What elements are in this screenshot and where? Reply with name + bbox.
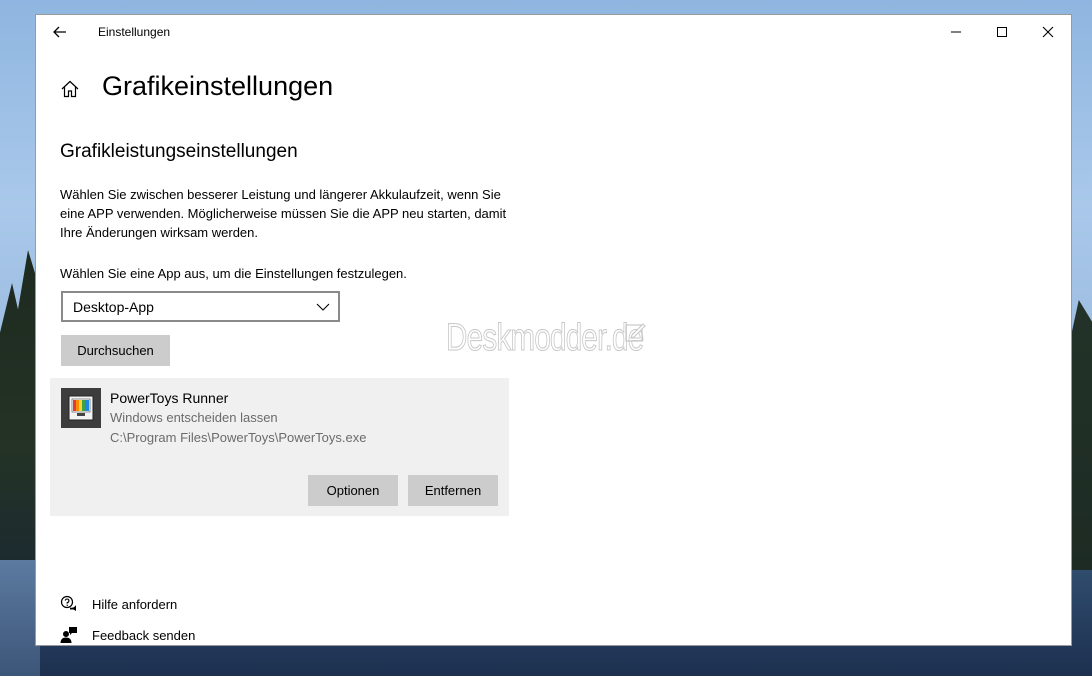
close-button[interactable] <box>1025 15 1071 49</box>
remove-button[interactable]: Entfernen <box>408 475 498 506</box>
back-button[interactable] <box>48 20 72 44</box>
options-button[interactable]: Optionen <box>308 475 398 506</box>
desktop-trees-right <box>1070 300 1092 570</box>
close-icon <box>1042 26 1054 38</box>
desktop-trees-left <box>0 250 40 580</box>
settings-window: Einstellungen Grafikeinstellungen Grafik… <box>35 14 1072 646</box>
back-arrow-icon <box>53 26 66 38</box>
app-list-item[interactable]: PowerToys Runner Windows entscheiden las… <box>50 378 509 516</box>
page-title: Grafikeinstellungen <box>102 71 334 101</box>
section-description: Wählen Sie zwischen besserer Leistung un… <box>60 187 507 240</box>
powertoys-icon <box>61 388 101 428</box>
feedback-link-label: Feedback senden <box>92 627 196 643</box>
minimize-icon <box>951 31 961 33</box>
feedback-person-icon <box>60 626 78 644</box>
desktop-water-left <box>0 560 40 676</box>
browse-button[interactable]: Durchsuchen <box>61 335 170 366</box>
app-name: PowerToys Runner <box>110 390 229 406</box>
help-chat-icon <box>60 595 78 613</box>
section-title: Grafikleistungseinstellungen <box>60 141 298 162</box>
app-graphics-preference: Windows entscheiden lassen <box>110 410 278 425</box>
minimize-button[interactable] <box>933 15 979 49</box>
chevron-down-icon <box>316 303 330 311</box>
help-link[interactable]: Hilfe anfordern <box>60 594 177 614</box>
feedback-link[interactable]: Feedback senden <box>60 625 195 645</box>
choose-app-label: Wählen Sie eine App aus, um die Einstell… <box>60 266 407 281</box>
title-bar: Einstellungen <box>36 15 1071 49</box>
dropdown-value: Desktop-App <box>73 299 154 315</box>
watermark-text: Deskmodder.de <box>446 317 645 360</box>
watermark-pencil-icon <box>625 323 646 342</box>
app-type-dropdown[interactable]: Desktop-App <box>61 291 340 322</box>
app-path: C:\Program Files\PowerToys\PowerToys.exe <box>110 430 367 445</box>
home-icon[interactable] <box>60 79 80 99</box>
window-title: Einstellungen <box>98 25 171 39</box>
help-link-label: Hilfe anfordern <box>92 596 178 612</box>
maximize-icon <box>997 27 1007 37</box>
maximize-button[interactable] <box>979 15 1025 49</box>
